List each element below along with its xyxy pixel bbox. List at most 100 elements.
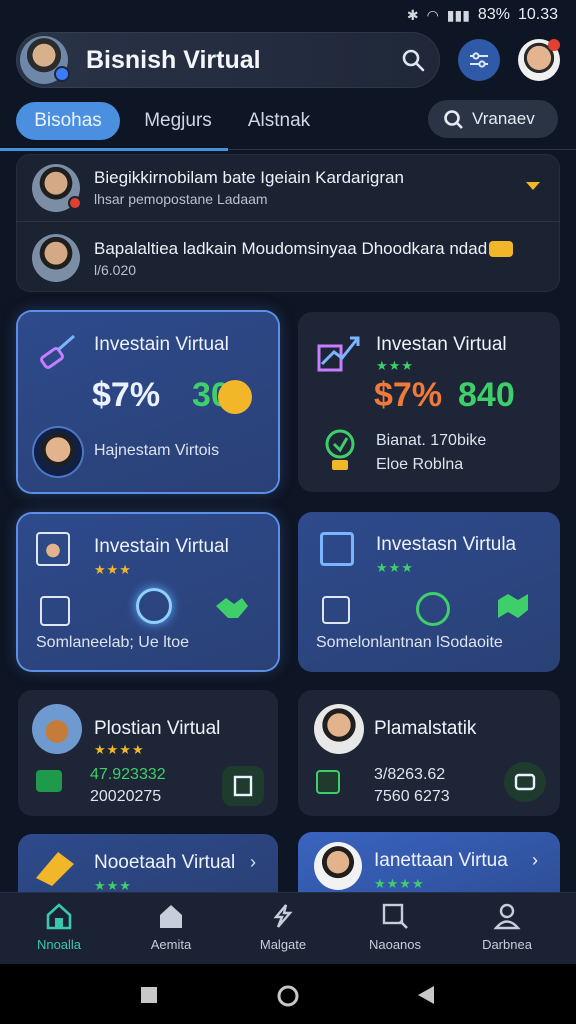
card-value-secondary: 840 (458, 376, 515, 414)
notification-title: Biegikkirnobilam bate Igeiain Kardarigra… (94, 168, 404, 187)
building-icon (160, 905, 182, 928)
filter-button[interactable]: Vranaev (428, 100, 558, 138)
notification-dot (548, 39, 560, 51)
tab-bar: Bisohas Megjurs Alstnak Vranaev (0, 96, 576, 152)
card-title: Nooetaah Virtual (94, 852, 236, 873)
tab-megjurs[interactable]: Megjurs (132, 102, 224, 140)
card-line-2: 7560 6273 (374, 788, 450, 805)
card-caption: Hajnestam Virtois (94, 442, 220, 459)
app-title: Bisnish Virtual (86, 45, 261, 74)
nav-item-profile[interactable]: Darbnea (452, 901, 562, 961)
investment-card[interactable]: Plamalstatik 3/8263.62 7560 6273 (298, 690, 560, 816)
puzzle-icon[interactable] (494, 590, 532, 622)
wallet-icon (514, 773, 536, 791)
edit-icon[interactable] (40, 596, 70, 626)
notification-item[interactable]: Bapalaltiea ladkain Moudomsinyaa Dhoodka… (16, 224, 560, 292)
tab-bisohas[interactable]: Bisohas (16, 102, 120, 140)
nav-item-aemita[interactable]: Aemita (116, 901, 226, 961)
investment-card[interactable]: Nooetaah Virtual ★★★ › (18, 834, 278, 892)
home-icon (46, 903, 72, 930)
card-title: Ianettaan Virtua (374, 850, 508, 871)
rating-stars: ★★★ (94, 562, 132, 577)
rating-stars: ★★★★ (374, 876, 425, 891)
divider (228, 149, 576, 150)
brush-icon (40, 334, 75, 369)
top-bar: Bisnish Virtual (16, 30, 560, 90)
avatar[interactable] (20, 36, 70, 84)
search-icon[interactable] (400, 47, 426, 73)
portrait-icon (36, 532, 70, 566)
card-caption-text: Somelonlantnan lSodaoite (316, 634, 503, 651)
settings-sliders-button[interactable] (458, 39, 500, 81)
nav-label: Darbnea (482, 937, 532, 952)
home-button-icon[interactable] (276, 984, 300, 1008)
card-caption-text: Somlaneelab; Ue ltoe (36, 634, 189, 651)
chart-up-icon (317, 336, 360, 372)
search-icon (382, 903, 408, 929)
card-title: Plamalstatik (374, 718, 477, 739)
chevron-right-icon[interactable]: › (532, 850, 538, 871)
investment-card[interactable]: Investain Virtual ★★★ Somlaneelab; Ue lt… (18, 514, 278, 670)
rating-stars: ★★★★ (94, 742, 145, 757)
landmark-avatar (32, 704, 82, 754)
leaf-icon[interactable] (416, 592, 450, 626)
card-title: Investasn Virtula (376, 534, 517, 555)
sliders-icon (470, 52, 488, 68)
nav-item-malgate[interactable]: Malgate (228, 901, 338, 961)
notification-title: Bapalaltiea ladkain Moudomsinyaa Dhoodka… (94, 238, 514, 259)
search-icon (444, 110, 463, 129)
status-bar: ✱ ◠ ▮▮▮ 83% 10.33 (0, 0, 576, 30)
open-button[interactable] (504, 762, 546, 802)
wifi-icon: ◠ (426, 6, 439, 23)
document-icon (233, 775, 253, 797)
open-button[interactable] (222, 766, 264, 806)
notification-title-text: Bapalaltiea ladkain Moudomsinyaa Dhoodka… (94, 238, 488, 258)
status-dot (68, 195, 82, 210)
coin-icon (218, 380, 252, 414)
notification-panel: Biegikkirnobilam bate Igeiain Kardarigra… (16, 154, 560, 292)
investment-card[interactable]: Investasn Virtula ★★★ Somelonlantnan lSo… (298, 512, 560, 672)
card-caption-2: Eloe Roblna (376, 456, 464, 473)
card-line-2: 20020275 (90, 788, 162, 805)
nav-item-home[interactable]: Nnoalla (4, 901, 114, 961)
card-caption: Somelonlantnan lSodaoite (316, 632, 503, 654)
recents-icon[interactable] (140, 986, 158, 1004)
card-caption-1: Bianat. 170bike (376, 432, 487, 449)
handshake-icon[interactable] (214, 592, 250, 622)
nav-item-naoanos[interactable]: Naoanos (340, 901, 450, 961)
investment-card[interactable]: Plostian Virtual ★★★★ 47.923332 20020275 (18, 690, 278, 816)
document-icon (320, 532, 354, 566)
avatar (34, 428, 82, 476)
anchor-icon[interactable] (136, 588, 172, 624)
investment-card[interactable]: Ianettaan Virtua ★★★★ › (298, 832, 560, 892)
resize-icon[interactable] (322, 596, 350, 624)
nav-label: Nnoalla (36, 937, 82, 952)
system-nav-bar (0, 964, 576, 1024)
card-line-1: 47.923332 (90, 766, 166, 783)
avatar (314, 704, 364, 754)
back-icon[interactable] (416, 984, 436, 1006)
investment-card[interactable]: Investain Virtual $7% 30 Hajnestam Virto… (18, 312, 278, 492)
rating-stars: ★★★ (376, 358, 414, 373)
chevron-down-icon[interactable] (526, 182, 540, 190)
nav-label: Aemita (150, 937, 192, 952)
filter-label: Vranaev (472, 109, 535, 128)
rating-stars: ★★★ (94, 878, 132, 892)
chart-icon (316, 770, 340, 794)
signal-icon: ▮▮▮ (446, 6, 470, 23)
investment-card[interactable]: Investan Virtual ★★★ $7% 840 Bianat. 170… (298, 312, 560, 492)
avatar (32, 234, 80, 282)
card-title: Plostian Virtual (94, 718, 221, 739)
wallet-icon (36, 770, 62, 792)
ticket-icon (36, 852, 74, 886)
card-value: $7% (374, 376, 443, 414)
user-icon (493, 903, 521, 930)
profile-button[interactable] (518, 39, 560, 81)
chevron-right-icon[interactable]: › (250, 852, 256, 873)
card-title: Investain Virtual (94, 536, 229, 557)
tab-alstnak[interactable]: Alstnak (236, 102, 322, 140)
notification-item[interactable]: Biegikkirnobilam bate Igeiain Kardarigra… (16, 154, 560, 222)
compass-icon (273, 904, 293, 928)
notification-subtitle: lhsar pemopostane Ladaam (94, 191, 268, 207)
battery-level: 83% (477, 6, 510, 23)
